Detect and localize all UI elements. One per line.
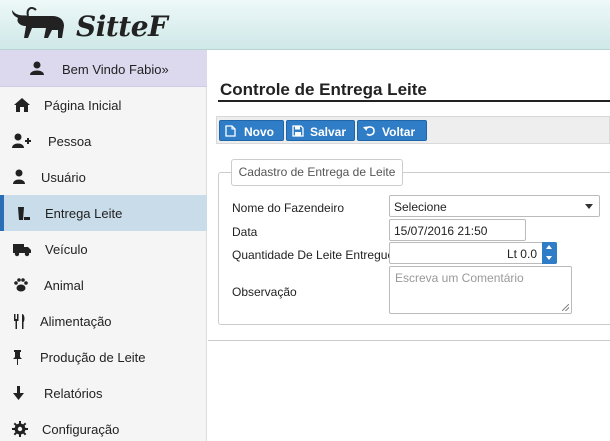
fazendeiro-value: Selecione [394, 200, 447, 214]
quantidade-value: Lt 0.0 [506, 247, 537, 261]
sidebar-item-animal[interactable]: Animal [0, 267, 207, 303]
sidebar-item-label: Veículo [45, 242, 88, 257]
header-bar: SitteF [0, 0, 610, 50]
page-title: Controle de Entrega Leite [220, 80, 427, 99]
title-divider [218, 100, 610, 102]
sidebar-item-label: Pessoa [48, 134, 92, 149]
sidebar-item-label: Configuração [42, 422, 120, 437]
save-icon [292, 125, 304, 137]
quantidade-stepper[interactable]: Lt 0.0 [389, 242, 557, 264]
stepper-buttons[interactable] [542, 242, 557, 264]
brand-name: SitteF [76, 10, 168, 43]
form-legend: Cadastro de Entrega de Leite [231, 159, 403, 186]
sidebar-item-producao-de-leite[interactable]: Produção de Leite [0, 339, 207, 375]
action-toolbar: Novo Salvar Voltar [216, 116, 610, 144]
undo-icon [363, 126, 375, 136]
sidebar-item-relatorios[interactable]: Relatórios [0, 375, 207, 411]
pushpin-icon [13, 350, 22, 365]
observacao-label: Observação [232, 285, 297, 299]
sidebar: Bem Vindo Fabio» Página Inicial Pessoa U… [0, 50, 207, 441]
chevron-up-icon[interactable] [546, 245, 552, 249]
bull-icon [12, 7, 64, 38]
sidebar-item-pessoa[interactable]: Pessoa [0, 123, 207, 159]
sidebar-item-label: Animal [44, 278, 84, 293]
observacao-textarea[interactable]: Escreva um Comentário [389, 266, 572, 314]
arrow-down-icon [13, 386, 24, 400]
fazendeiro-label: Nome do Fazendeiro [232, 201, 345, 215]
sidebar-item-pagina-inicial[interactable]: Página Inicial [0, 87, 207, 123]
salvar-button[interactable]: Salvar [286, 120, 355, 141]
bucket-icon [18, 207, 30, 220]
gear-icon [12, 421, 28, 437]
cutlery-icon [14, 314, 25, 329]
paw-icon [14, 278, 28, 292]
chevron-down-icon [585, 204, 593, 209]
voltar-label: Voltar [382, 125, 416, 139]
data-input[interactable]: 15/07/2016 21:50 [389, 219, 526, 241]
voltar-button[interactable]: Voltar [357, 120, 427, 141]
welcome-text: Bem Vindo Fabio» [62, 62, 169, 77]
app-logo[interactable]: SitteF [8, 4, 168, 44]
new-file-icon [225, 125, 236, 137]
quantidade-label: Quantidade De Leite Entregue [232, 248, 395, 262]
content-divider [208, 340, 610, 341]
user-icon [30, 61, 44, 75]
sidebar-item-configuracao[interactable]: Configuração [0, 411, 207, 441]
fazendeiro-select[interactable]: Selecione [389, 195, 600, 217]
sidebar-item-label: Usuário [41, 170, 86, 185]
data-label: Data [232, 225, 258, 239]
user-plus-icon [12, 133, 31, 148]
user-icon [13, 169, 25, 184]
welcome-banner[interactable]: Bem Vindo Fabio» [0, 50, 207, 87]
sidebar-item-veiculo[interactable]: Veículo [0, 231, 207, 267]
observacao-placeholder: Escreva um Comentário [395, 271, 524, 285]
sidebar-item-label: Relatórios [44, 386, 103, 401]
sidebar-item-label: Alimentação [40, 314, 112, 329]
chevron-down-icon[interactable] [546, 256, 552, 260]
salvar-label: Salvar [310, 125, 347, 139]
sidebar-item-label: Produção de Leite [40, 350, 146, 365]
sidebar-item-entrega-leite[interactable]: Entrega Leite [0, 195, 207, 231]
form-panel: Cadastro de Entrega de Leite Nome do Faz… [218, 159, 610, 325]
sidebar-item-label: Página Inicial [44, 98, 122, 113]
novo-button[interactable]: Novo [219, 120, 284, 141]
sidebar-item-alimentacao[interactable]: Alimentação [0, 303, 207, 339]
sidebar-item-label: Entrega Leite [45, 206, 123, 221]
sidebar-item-usuario[interactable]: Usuário [0, 159, 207, 195]
main-content: Controle de Entrega Leite Novo Salvar Vo… [208, 50, 610, 441]
home-icon [14, 98, 30, 112]
resize-grip-icon[interactable] [562, 304, 569, 311]
novo-label: Novo [244, 125, 274, 139]
truck-icon [13, 244, 31, 257]
